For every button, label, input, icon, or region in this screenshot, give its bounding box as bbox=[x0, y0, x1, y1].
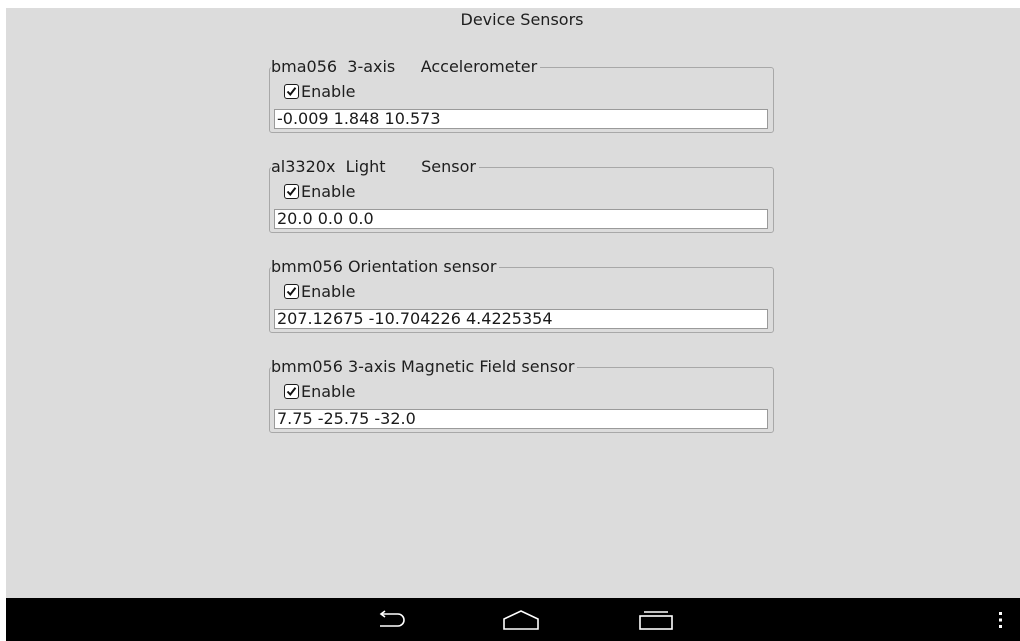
enable-checkbox-row[interactable]: Enable bbox=[284, 81, 356, 101]
back-icon bbox=[379, 609, 405, 627]
page-title: Device Sensors bbox=[460, 10, 584, 29]
sensor-value-field[interactable]: 7.75 -25.75 -32.0 bbox=[274, 409, 768, 429]
sensor-name: bmm056 3-axis Magnetic Field sensor bbox=[271, 358, 578, 376]
check-icon bbox=[286, 386, 297, 396]
check-icon bbox=[286, 286, 297, 296]
enable-label: Enable bbox=[301, 281, 356, 301]
sensor-group-light: al3320x Light Sensor Enable 20.0 0.0 0.0 bbox=[269, 158, 774, 233]
sensor-group-orientation: bmm056 Orientation sensor Enable 207.126… bbox=[269, 258, 774, 333]
recent-apps-button[interactable] bbox=[626, 598, 686, 641]
back-button[interactable] bbox=[361, 598, 421, 641]
home-icon bbox=[503, 609, 539, 630]
sensor-value-field[interactable]: -0.009 1.848 10.573 bbox=[274, 109, 768, 129]
check-icon bbox=[286, 86, 297, 96]
sensor-name: bma056 3-axis Accelerometer bbox=[271, 58, 541, 76]
overflow-menu-icon bbox=[999, 611, 1002, 628]
enable-label: Enable bbox=[301, 181, 356, 201]
enable-checkbox-row[interactable]: Enable bbox=[284, 281, 356, 301]
sensor-value-field[interactable]: 207.12675 -10.704226 4.4225354 bbox=[274, 309, 768, 329]
enable-checkbox[interactable] bbox=[284, 383, 299, 399]
sensor-group-magnetic-field: bmm056 3-axis Magnetic Field sensor Enab… bbox=[269, 358, 774, 433]
enable-checkbox[interactable] bbox=[284, 283, 299, 299]
enable-checkbox[interactable] bbox=[284, 183, 299, 199]
home-button[interactable] bbox=[491, 598, 551, 641]
enable-label: Enable bbox=[301, 81, 356, 101]
recent-apps-icon bbox=[639, 610, 673, 630]
check-icon bbox=[286, 186, 297, 196]
enable-checkbox[interactable] bbox=[284, 83, 299, 99]
overflow-menu-button[interactable] bbox=[986, 598, 1016, 641]
sensor-group-accelerometer: bma056 3-axis Accelerometer Enable -0.00… bbox=[269, 58, 774, 133]
sensor-name: al3320x Light Sensor bbox=[271, 158, 479, 176]
enable-label: Enable bbox=[301, 381, 356, 401]
sensor-value-field[interactable]: 20.0 0.0 0.0 bbox=[274, 209, 768, 229]
sensor-name: bmm056 Orientation sensor bbox=[271, 258, 500, 276]
navigation-bar bbox=[6, 598, 1020, 641]
enable-checkbox-row[interactable]: Enable bbox=[284, 381, 356, 401]
enable-checkbox-row[interactable]: Enable bbox=[284, 181, 356, 201]
